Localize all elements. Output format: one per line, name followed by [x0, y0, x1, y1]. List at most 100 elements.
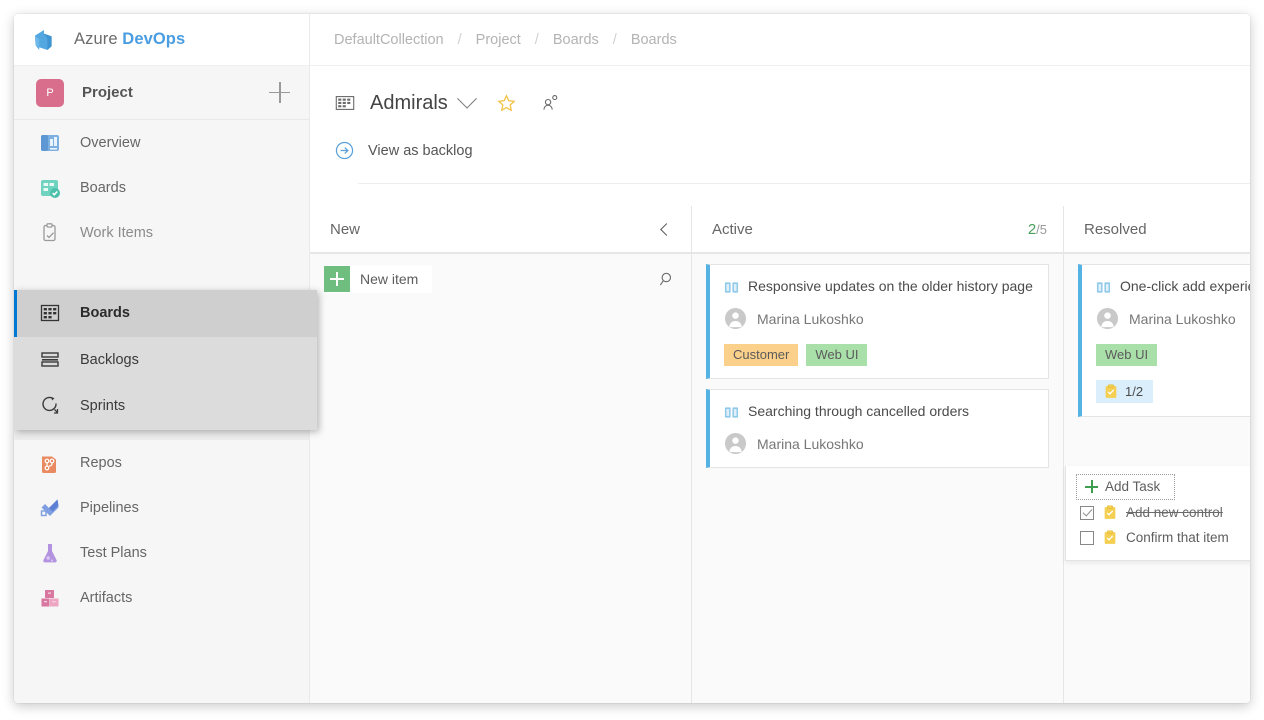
board-column-new: New New item — [310, 206, 692, 703]
kanban-board: New New item — [310, 206, 1250, 703]
breadcrumb-separator: / — [458, 32, 462, 48]
breadcrumb-item-boards[interactable]: Boards — [631, 32, 677, 48]
user-story-icon — [1096, 280, 1111, 295]
brand-bar[interactable]: Azure DevOps — [14, 14, 309, 66]
tag-web-ui[interactable]: Web UI — [1096, 344, 1157, 366]
checklist-count: 1/2 — [1125, 384, 1143, 399]
task-icon — [1103, 530, 1117, 545]
card-assignee: Marina Lukoshko — [724, 432, 1034, 455]
task-flyout: Add Task Add new control — [1065, 466, 1250, 561]
sidebar-item-backlogs[interactable]: Backlogs — [14, 337, 317, 384]
boards-hub-icon — [38, 176, 64, 200]
view-as-backlog-label: View as backlog — [368, 143, 473, 159]
project-name: Project — [82, 84, 269, 101]
sidebar-item-sprints[interactable]: Sprints — [14, 383, 317, 430]
task-icon — [1103, 505, 1117, 520]
task-icon — [1104, 384, 1118, 399]
sidebar-label: Test Plans — [80, 545, 147, 561]
sidebar-item-pipelines[interactable]: Pipelines — [14, 485, 309, 530]
pipelines-icon — [38, 496, 64, 520]
add-project-icon[interactable] — [269, 82, 291, 104]
board-card[interactable]: One-click add experience Marina Lukoshk — [1078, 264, 1250, 417]
brand-azure: Azure — [74, 30, 122, 48]
user-story-icon — [724, 280, 739, 295]
sidebar-label: Pipelines — [80, 500, 139, 516]
sidebar-label: Overview — [80, 135, 140, 151]
backlogs-icon — [38, 348, 64, 372]
sidebar-item-boards-sub[interactable]: Boards — [14, 290, 317, 337]
azure-devops-logo-icon — [32, 27, 58, 53]
task-row[interactable]: Confirm that item — [1066, 525, 1250, 550]
boards-submenu-panel: Boards Backlogs — [14, 290, 317, 430]
view-as-backlog-button[interactable]: View as backlog — [334, 140, 1250, 161]
wip-current: 2 — [1028, 221, 1036, 238]
card-tags: Web UI — [1096, 344, 1250, 366]
task-checkbox[interactable] — [1080, 506, 1094, 520]
project-avatar: P — [36, 79, 64, 107]
tag-customer[interactable]: Customer — [724, 344, 798, 366]
boards-grid-icon — [38, 301, 64, 325]
avatar-icon — [724, 432, 747, 455]
sidebar-label: Boards — [80, 180, 126, 196]
column-body: Responsive updates on the older history … — [692, 254, 1063, 703]
card-title: Responsive updates on the older history … — [748, 278, 1033, 295]
board-column-active: Active 2/5 — [692, 206, 1064, 703]
wip-max: /5 — [1036, 222, 1047, 237]
board-column-resolved: Resolved — [1064, 206, 1250, 703]
card-assignee: Marina Lukoshko — [724, 307, 1034, 330]
overview-icon — [38, 131, 64, 155]
card-title: One-click add experience — [1120, 278, 1250, 295]
checklist-badge[interactable]: 1/2 — [1096, 380, 1153, 403]
add-task-label: Add Task — [1105, 479, 1160, 494]
sidebar-item-work-items[interactable]: Work Items — [14, 210, 309, 255]
task-label: Confirm that item — [1126, 530, 1229, 545]
sidebar-label: Boards — [80, 305, 130, 321]
task-row[interactable]: Add new control — [1066, 500, 1250, 525]
brand-title: Azure DevOps — [74, 30, 185, 49]
column-header: New — [310, 206, 691, 254]
breadcrumb-item-project[interactable]: Project — [476, 32, 521, 48]
sidebar: Azure DevOps P Project Overview — [14, 14, 310, 703]
sidebar-item-repos[interactable]: Repos — [14, 440, 309, 485]
column-title: Resolved — [1084, 221, 1250, 238]
column-body: One-click add experience Marina Lukoshk — [1064, 254, 1250, 703]
main-content: DefaultCollection / Project / Boards / B… — [310, 14, 1250, 703]
chevron-left-icon[interactable] — [660, 223, 673, 236]
breadcrumb-item-boards-hub[interactable]: Boards — [553, 32, 599, 48]
avatar-icon — [724, 307, 747, 330]
tag-web-ui[interactable]: Web UI — [806, 344, 867, 366]
artifacts-icon — [38, 586, 64, 610]
task-checkbox[interactable] — [1080, 531, 1094, 545]
column-title: New — [330, 221, 662, 238]
card-title-row: One-click add experience — [1096, 278, 1250, 295]
assignee-name: Marina Lukoshko — [1129, 311, 1236, 327]
page-title: Admirals — [370, 92, 448, 115]
plus-icon — [324, 266, 350, 292]
sidebar-label: Backlogs — [80, 352, 139, 368]
breadcrumb-separator: / — [535, 32, 539, 48]
user-story-icon — [724, 405, 739, 420]
chevron-down-icon[interactable] — [457, 89, 477, 109]
plus-icon — [1085, 480, 1098, 493]
task-label: Add new control — [1126, 505, 1223, 520]
search-icon[interactable] — [658, 270, 677, 289]
new-item-row: New item — [324, 264, 677, 294]
new-item-button[interactable]: New item — [324, 265, 432, 293]
people-icon[interactable] — [541, 93, 561, 113]
assignee-name: Marina Lukoshko — [757, 436, 864, 452]
board-card[interactable]: Searching through cancelled orders Mari — [706, 389, 1049, 468]
add-task-button[interactable]: Add Task — [1076, 474, 1175, 500]
sidebar-item-overview[interactable]: Overview — [14, 120, 309, 165]
sprints-icon — [38, 394, 64, 418]
sidebar-item-boards[interactable]: Boards — [14, 165, 309, 210]
test-plans-icon — [38, 541, 64, 565]
arrow-right-circle-icon — [334, 140, 355, 161]
star-icon[interactable] — [496, 93, 517, 114]
breadcrumb-item-collection[interactable]: DefaultCollection — [334, 32, 444, 48]
sidebar-item-artifacts[interactable]: Artifacts — [14, 575, 309, 620]
brand-devops: DevOps — [122, 30, 185, 48]
sidebar-item-test-plans[interactable]: Test Plans — [14, 530, 309, 575]
breadcrumb: DefaultCollection / Project / Boards / B… — [310, 14, 1250, 66]
project-row[interactable]: P Project — [14, 66, 309, 120]
board-card[interactable]: Responsive updates on the older history … — [706, 264, 1049, 379]
